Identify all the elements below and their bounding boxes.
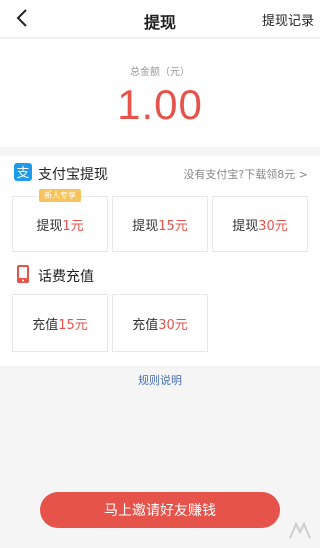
option-prefix: 提现 [232, 218, 259, 234]
total-amount-value: 1.00 [117, 81, 203, 128]
withdraw-option-30[interactable]: 提现 30元 [212, 196, 308, 252]
option-prefix: 充值 [32, 317, 59, 333]
option-amount: 30元 [258, 218, 288, 234]
phone-section-header: 话费充值 [0, 258, 320, 292]
option-prefix: 提现 [132, 218, 159, 234]
option-prefix: 充值 [132, 317, 159, 333]
phone-recharge-section: 话费充值 充值 15元 充值 30元 [0, 258, 320, 366]
phone-icon [14, 265, 32, 283]
balance-card: 总金额（元） 1.00 [0, 39, 320, 147]
watermark-icon [288, 520, 312, 542]
new-user-badge: 新人专享 [39, 189, 81, 202]
alipay-withdraw-section: 支 支付宝提现 没有支付宝?下载领8元 > 新人专享 提现 1元 提现 15元 提现… [0, 156, 320, 258]
recharge-option-15[interactable]: 充值 15元 [12, 294, 108, 352]
alipay-section-header: 支 支付宝提现 没有支付宝?下载领8元 > [0, 156, 320, 190]
top-bar: 提现 提现记录 [0, 0, 320, 38]
alipay-icon: 支 [14, 163, 32, 181]
option-amount: 30元 [158, 317, 188, 333]
download-alipay-link[interactable]: 没有支付宝?下载领8元 > [183, 166, 308, 182]
withdraw-record-link[interactable]: 提现记录 [262, 10, 314, 29]
svg-text:支: 支 [16, 166, 29, 181]
phone-section-title: 话费充值 [38, 269, 94, 285]
invite-friends-button[interactable]: 马上邀请好友赚钱 [40, 492, 280, 528]
withdraw-option-15[interactable]: 提现 15元 [112, 196, 208, 252]
withdraw-option-1[interactable]: 新人专享 提现 1元 [12, 189, 108, 252]
alipay-section-title: 支付宝提现 [38, 167, 108, 183]
option-amount: 15元 [158, 218, 188, 234]
option-amount: 15元 [58, 317, 88, 333]
option-amount: 1元 [62, 218, 84, 234]
recharge-option-30[interactable]: 充值 30元 [112, 294, 208, 352]
rules-link[interactable]: 规则说明 [0, 372, 320, 388]
total-amount-label: 总金额（元） [130, 67, 190, 78]
withdraw-page: 提现 提现记录 总金额（元） 1.00 支 支付宝提现 没有支付宝?下载领8元 … [0, 0, 320, 548]
option-prefix: 提现 [36, 218, 63, 234]
